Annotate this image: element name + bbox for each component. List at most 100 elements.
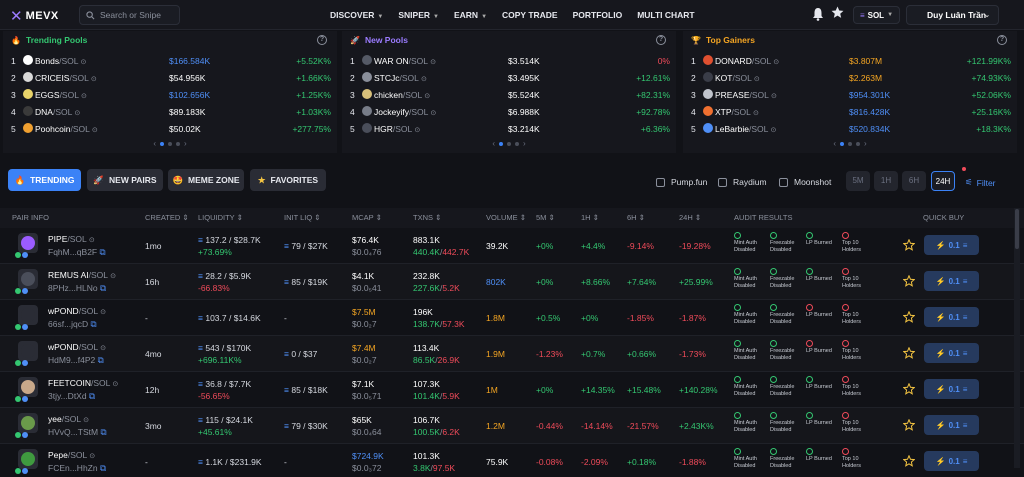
table-row[interactable]: wPOND/SOL ⊙ 66sf...jqcD ⧉ - ≡ 103.7 / $1… xyxy=(0,300,1024,336)
pool-row[interactable]: 2 KOT/SOL ⊙ $2.263M +74.93K% xyxy=(683,69,1017,86)
header-6h[interactable]: 6H ⇕ xyxy=(627,213,645,222)
table-row[interactable]: yee/SOL ⊙ HVvQ...TStM ⧉ 3mo ≡ 115 / $24.… xyxy=(0,408,1024,444)
pool-row[interactable]: 3 PREASE/SOL ⊙ $954.301K +52.06K% xyxy=(683,86,1017,103)
copy-icon[interactable]: ⧉ xyxy=(100,463,106,473)
tab-favorites[interactable]: ★ FAVORITES xyxy=(250,169,326,191)
pool-row[interactable]: 3 chicken/SOL ⊙ $5.524K +82.31% xyxy=(342,86,676,103)
pool-row[interactable]: 5 LeBarbie/SOL ⊙ $520.834K +18.3K% xyxy=(683,120,1017,137)
search-icon[interactable]: ⊙ xyxy=(424,93,430,100)
favorite-star-icon[interactable] xyxy=(903,455,915,467)
search-icon[interactable]: ⊙ xyxy=(100,309,106,316)
pool-row[interactable]: 2 STCJc/SOL ⊙ $3.495K +12.61% xyxy=(342,69,676,86)
pool-row[interactable]: 3 EGGS/SOL ⊙ $102.656K +1.25K% xyxy=(3,86,337,103)
checkbox-pump-fun[interactable]: Pump.fun xyxy=(656,177,707,187)
header-liquidity[interactable]: LIQUIDITY ⇕ xyxy=(198,213,243,222)
search-icon[interactable]: ⊙ xyxy=(91,76,97,83)
copy-icon[interactable]: ⧉ xyxy=(98,355,104,365)
header-txns[interactable]: TXNS ⇕ xyxy=(413,213,441,222)
timeframe-6h[interactable]: 6H xyxy=(902,171,926,191)
page-dot[interactable] xyxy=(168,141,172,146)
header-init-liq[interactable]: INIT LIQ ⇕ xyxy=(284,213,321,222)
chevron-left-icon[interactable]: ‹ xyxy=(153,139,156,148)
quick-buy-button[interactable]: ⚡ 0.1 ≡ xyxy=(924,451,979,471)
filter-button[interactable]: ⚟ Filter xyxy=(965,177,996,188)
page-dot[interactable] xyxy=(515,141,519,146)
pool-row[interactable]: 5 Poohcoin/SOL ⊙ $50.02K +277.75% xyxy=(3,120,337,137)
search-icon[interactable]: ⊙ xyxy=(773,59,779,66)
header-5m[interactable]: 5M ⇕ xyxy=(536,213,555,222)
checkbox-box[interactable] xyxy=(656,177,665,187)
scrollbar-thumb[interactable] xyxy=(1015,209,1019,249)
copy-icon[interactable]: ⧉ xyxy=(100,247,106,257)
chevron-left-icon[interactable]: ‹ xyxy=(833,139,836,148)
favorite-star-icon[interactable] xyxy=(903,419,915,431)
help-icon[interactable]: ? xyxy=(656,35,666,45)
search-icon[interactable]: ⊙ xyxy=(110,273,116,280)
table-row[interactable]: REMUS AI/SOL ⊙ 8PHz...HLNo ⧉ 16h ≡ 28.2 … xyxy=(0,264,1024,300)
page-dot[interactable] xyxy=(856,141,860,146)
table-row[interactable]: Pepe/SOL ⊙ FCEn...HhZn ⧉ - ≡ 1.1K / $231… xyxy=(0,444,1024,477)
checkbox-raydium[interactable]: Raydium xyxy=(718,177,767,187)
checkbox-box[interactable] xyxy=(779,177,788,187)
chevron-right-icon[interactable]: › xyxy=(184,139,187,148)
table-row[interactable]: PIPE/SOL ⊙ FqhM...qB2F ⧉ 1mo ≡ 137.2 / $… xyxy=(0,228,1024,264)
pair-address[interactable]: 8PHz...HLNo ⧉ xyxy=(48,283,106,294)
pool-row[interactable]: 1 Bonds/SOL ⊙ $166.584K +5.52K% xyxy=(3,52,337,69)
chain-selector[interactable]: ≡ SOL ▼ xyxy=(853,6,900,24)
nav-item-sniper[interactable]: SNIPER ▼ xyxy=(398,10,439,20)
favorite-star-icon[interactable] xyxy=(903,383,915,395)
quick-buy-button[interactable]: ⚡ 0.1 ≡ xyxy=(924,271,979,291)
search-icon[interactable]: ⊙ xyxy=(430,59,436,66)
header-volume[interactable]: VOLUME ⇕ xyxy=(486,213,526,222)
scrollbar[interactable] xyxy=(1014,208,1020,468)
pool-row[interactable]: 1 DONARD/SOL ⊙ $3.807M +121.99K% xyxy=(683,52,1017,69)
pair-address[interactable]: 3tjy...DtXd ⧉ xyxy=(48,391,95,402)
chevron-right-icon[interactable]: › xyxy=(864,139,867,148)
pair-address[interactable]: HVvQ...TStM ⧉ xyxy=(48,427,107,438)
search-icon[interactable]: ⊙ xyxy=(74,110,80,117)
page-dot[interactable] xyxy=(499,141,503,146)
help-icon[interactable]: ? xyxy=(317,35,327,45)
pool-row[interactable]: 4 XTP/SOL ⊙ $816.428K +25.16K% xyxy=(683,103,1017,120)
pair-address[interactable]: FqhM...qB2F ⧉ xyxy=(48,247,106,258)
quick-buy-button[interactable]: ⚡ 0.1 ≡ xyxy=(924,307,979,327)
search-icon[interactable]: ⊙ xyxy=(81,93,87,100)
header-mcap[interactable]: MCAP ⇕ xyxy=(352,213,382,222)
search-icon[interactable]: ⊙ xyxy=(81,59,87,66)
search-icon[interactable]: ⊙ xyxy=(89,453,95,460)
quick-buy-button[interactable]: ⚡ 0.1 ≡ xyxy=(924,235,979,255)
timeframe-24h[interactable]: 24H xyxy=(931,171,955,191)
page-dot[interactable] xyxy=(507,141,511,146)
pool-row[interactable]: 1 WAR ON/SOL ⊙ $3.514K 0% xyxy=(342,52,676,69)
chevron-left-icon[interactable]: ‹ xyxy=(492,139,495,148)
pool-row[interactable]: 4 DNA/SOL ⊙ $89.183K +1.03K% xyxy=(3,103,337,120)
nav-item-earn[interactable]: EARN ▼ xyxy=(454,10,487,20)
chevron-right-icon[interactable]: › xyxy=(523,139,526,148)
favorite-star-icon[interactable] xyxy=(903,311,915,323)
header-created[interactable]: CREATED ⇕ xyxy=(145,213,189,222)
copy-icon[interactable]: ⧉ xyxy=(100,283,106,293)
search-input[interactable]: Search or Snipe xyxy=(79,5,180,25)
pair-address[interactable]: HdM9...f4P2 ⧉ xyxy=(48,355,104,366)
pair-address[interactable]: 66sf...jqcD ⧉ xyxy=(48,319,97,330)
search-icon[interactable]: ⊙ xyxy=(100,345,106,352)
search-icon[interactable]: ⊙ xyxy=(770,127,776,134)
table-row[interactable]: FEETCOIN/SOL ⊙ 3tjy...DtXd ⧉ 12h ≡ 36.8 … xyxy=(0,372,1024,408)
favorite-star-icon[interactable] xyxy=(903,275,915,287)
nav-item-portfolio[interactable]: PORTFOLIO xyxy=(573,10,623,20)
pool-row[interactable]: 2 CRICEIS/SOL ⊙ $54.956K +1.66K% xyxy=(3,69,337,86)
pair-address[interactable]: FCEn...HhZn ⧉ xyxy=(48,463,106,474)
header-1h[interactable]: 1H ⇕ xyxy=(581,213,599,222)
checkbox-box[interactable] xyxy=(718,177,727,187)
nav-item-multi-chart[interactable]: MULTI CHART xyxy=(637,10,694,20)
page-dot[interactable] xyxy=(160,141,164,146)
favorite-star-icon[interactable] xyxy=(903,347,915,359)
copy-icon[interactable]: ⧉ xyxy=(89,391,95,401)
search-icon[interactable]: ⊙ xyxy=(771,93,777,100)
page-dot[interactable] xyxy=(840,141,844,146)
help-icon[interactable]: ? xyxy=(997,35,1007,45)
timeframe-5m[interactable]: 5M xyxy=(846,171,870,191)
tab-new-pairs[interactable]: 🚀 NEW PAIRS xyxy=(87,169,163,191)
page-dot[interactable] xyxy=(848,141,852,146)
star-icon[interactable] xyxy=(831,6,844,19)
